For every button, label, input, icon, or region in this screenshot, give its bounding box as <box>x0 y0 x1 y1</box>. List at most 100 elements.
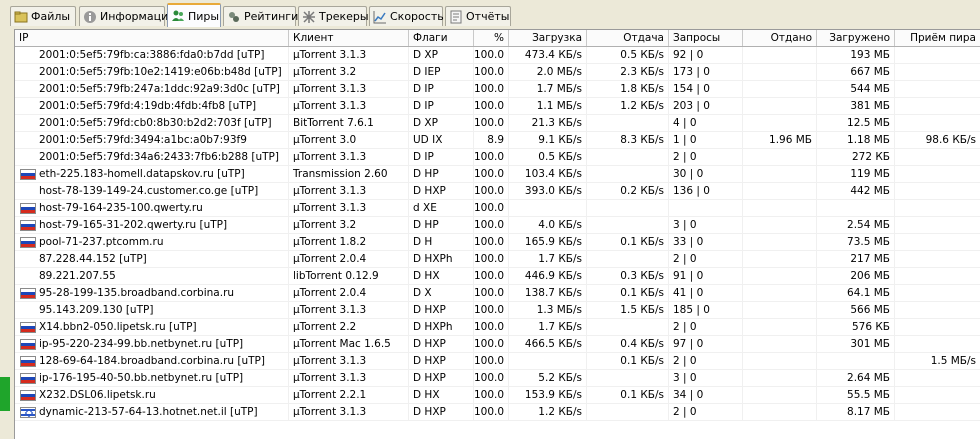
cell-client-text: µTorrent 3.1.3 <box>293 202 367 214</box>
cell-sent <box>743 183 817 200</box>
cell-percent-text: 100.0 <box>474 338 505 350</box>
cell-requests: 1 | 0 <box>669 132 743 149</box>
tab-peers[interactable]: Пиры <box>167 3 221 27</box>
flag-russia-icon <box>20 339 36 350</box>
cell-ip: 87.228.44.152 [uTP] <box>15 251 289 268</box>
table-row[interactable]: host-79-165-31-202.qwerty.ru [uTP] µTorre… <box>15 217 980 234</box>
table-row[interactable]: 128-69-64-184.broadband.corbina.ru [uTP]… <box>15 353 980 370</box>
table-row[interactable]: 2001:0:5ef5:79fd:cb0:8b30:b2d2:703f [uTP… <box>15 115 980 132</box>
cell-received-text: 206 МБ <box>850 270 890 282</box>
cell-flags-text: D HXP <box>413 372 446 384</box>
cell-percent-text: 100.0 <box>474 202 505 214</box>
cell-sent: 1.96 МБ <box>743 132 817 149</box>
table-row[interactable]: X232.DSL06.lipetsk.ru µTorrent 2.2.1 D HX 1… <box>15 387 980 404</box>
table-row[interactable]: host-78-139-149-24.customer.co.ge [uTP] µ… <box>15 183 980 200</box>
col-upload[interactable]: Отдача <box>587 30 669 46</box>
cell-upload-text: 0.1 КБ/s <box>620 355 664 367</box>
table-row[interactable]: 2001:0:5ef5:79fb:ca:3886:fda0:b7dd [uTP]… <box>15 47 980 64</box>
table-row[interactable]: 2001:0:5ef5:79fd:4:19db:4fdb:4fb8 [uTP] µ… <box>15 98 980 115</box>
table-row[interactable]: 2001:0:5ef5:79fd:3494:a1bc:a0b7:93f9 µTor… <box>15 132 980 149</box>
cell-client: µTorrent Mac 1.6.5 <box>289 336 409 353</box>
cell-client: µTorrent 3.1.3 <box>289 149 409 166</box>
cell-ip-text: 2001:0:5ef5:79fd:cb0:8b30:b2d2:703f [uTP… <box>39 117 272 129</box>
tab-files[interactable]: Файлы <box>10 6 76 26</box>
table-row[interactable]: ip-176-195-40-50.bb.netbynet.ru [uTP] µTo… <box>15 370 980 387</box>
cell-received-text: 576 КБ <box>851 321 890 333</box>
cell-ip: 95.143.209.130 [uTP] <box>15 302 289 319</box>
cell-client: µTorrent 3.1.3 <box>289 404 409 421</box>
tab-label: Скорость <box>390 10 444 23</box>
cell-download: 473.4 КБ/s <box>509 47 587 64</box>
cell-download-text: 466.5 КБ/s <box>524 338 582 350</box>
cell-percent-text: 100.0 <box>474 219 505 231</box>
tab-reports[interactable]: Отчёты <box>445 6 511 26</box>
col-client[interactable]: Клиент <box>289 30 409 46</box>
cell-ip-text: X14.bbn2-050.lipetsk.ru [uTP] <box>39 321 197 333</box>
cell-download <box>509 200 587 217</box>
cell-download: 153.9 КБ/s <box>509 387 587 404</box>
table-row[interactable]: ip-95-220-234-99.bb.netbynet.ru [uTP] µTo… <box>15 336 980 353</box>
cell-percent-text: 100.0 <box>474 117 505 129</box>
tab-info[interactable]: Информация <box>79 6 175 26</box>
tab-ratings[interactable]: Рейтинги <box>223 6 298 26</box>
col-flags[interactable]: Флаги <box>409 30 474 46</box>
cell-upload-text: 1.2 КБ/s <box>620 100 664 112</box>
cell-received: 73.5 МБ <box>817 234 895 251</box>
cell-flags-text: d XE <box>413 202 437 214</box>
cell-percent-text: 100.0 <box>474 355 505 367</box>
table-row[interactable]: 2001:0:5ef5:79fb:10e2:1419:e06b:b48d [uT… <box>15 64 980 81</box>
table-row[interactable]: pool-71-237.ptcomm.ru µTorrent 1.8.2 D H 10… <box>15 234 980 251</box>
cell-percent: 100.0 <box>474 285 509 302</box>
table-row[interactable]: 95-28-199-135.broadband.corbina.ru µTorre… <box>15 285 980 302</box>
cell-ip: host-79-164-235-100.qwerty.ru <box>15 200 289 217</box>
cell-upload <box>587 251 669 268</box>
table-row[interactable]: 2001:0:5ef5:79fd:34a6:2433:7fb6:b288 [uT… <box>15 149 980 166</box>
cell-flags: D H <box>409 234 474 251</box>
cell-received: 193 МБ <box>817 47 895 64</box>
cell-flags-text: D HXP <box>413 338 446 350</box>
flag-russia-icon <box>20 390 36 401</box>
cell-sent <box>743 370 817 387</box>
cell-upload-text: 0.1 КБ/s <box>620 236 664 248</box>
tab-trackers[interactable]: Трекеры <box>298 6 369 26</box>
table-row[interactable]: 87.228.44.152 [uTP] µTorrent 2.0.4 D HXPh 1… <box>15 251 980 268</box>
cell-flags: D HXP <box>409 183 474 200</box>
tab-speed[interactable]: Скорость <box>369 6 444 26</box>
cell-flags: D HX <box>409 387 474 404</box>
cell-flags: D IP <box>409 149 474 166</box>
cell-requests: 33 | 0 <box>669 234 743 251</box>
cell-peer-speed-text: 98.6 КБ/s <box>925 134 976 146</box>
table-row[interactable]: 89.221.207.55 libTorrent 0.12.9 D HX 100.0 4… <box>15 268 980 285</box>
cell-received-text: 64.1 МБ <box>847 287 890 299</box>
cell-percent: 100.0 <box>474 200 509 217</box>
cell-sent <box>743 319 817 336</box>
table-row[interactable]: host-79-164-235-100.qwerty.ru µTorrent 3.… <box>15 200 980 217</box>
cell-received-text: 12.5 МБ <box>847 117 890 129</box>
cell-download: 1.1 МБ/s <box>509 98 587 115</box>
table-row[interactable]: 2001:0:5ef5:79fb:247a:1ddc:92a9:3d0c [uT… <box>15 81 980 98</box>
col-ip[interactable]: IP <box>15 30 289 46</box>
table-row[interactable]: 95.143.209.130 [uTP] µTorrent 3.1.3 D HXP 1… <box>15 302 980 319</box>
col-peer-speed[interactable]: Приём пира <box>895 30 980 46</box>
cell-received: 544 МБ <box>817 81 895 98</box>
table-row[interactable]: eth-225.183-homell.datapskov.ru [uTP] Tra… <box>15 166 980 183</box>
col-download[interactable]: Загрузка <box>509 30 587 46</box>
cell-download-text: 4.0 КБ/s <box>538 219 582 231</box>
cell-client-text: µTorrent 2.0.4 <box>293 287 367 299</box>
cell-ip-text: 95-28-199-135.broadband.corbina.ru <box>39 287 235 299</box>
flag-russia-icon <box>20 322 36 333</box>
col-sent[interactable]: Отдано <box>743 30 817 46</box>
cell-download: 165.9 КБ/s <box>509 234 587 251</box>
cell-ip: ip-176-195-40-50.bb.netbynet.ru [uTP] <box>15 370 289 387</box>
cell-upload <box>587 149 669 166</box>
cell-requests-text: 173 | 0 <box>673 66 710 78</box>
info-icon <box>83 10 97 24</box>
table-row[interactable]: X14.bbn2-050.lipetsk.ru [uTP] µTorrent 2.… <box>15 319 980 336</box>
cell-download: 1.7 МБ/s <box>509 81 587 98</box>
col-percent[interactable]: % <box>474 30 509 46</box>
cell-sent <box>743 115 817 132</box>
cell-peer-speed <box>895 183 980 200</box>
col-received[interactable]: Загружено <box>817 30 895 46</box>
col-requests[interactable]: Запросы <box>669 30 743 46</box>
table-row[interactable]: dynamic-213-57-64-13.hotnet.net.il [uTP]… <box>15 404 980 421</box>
